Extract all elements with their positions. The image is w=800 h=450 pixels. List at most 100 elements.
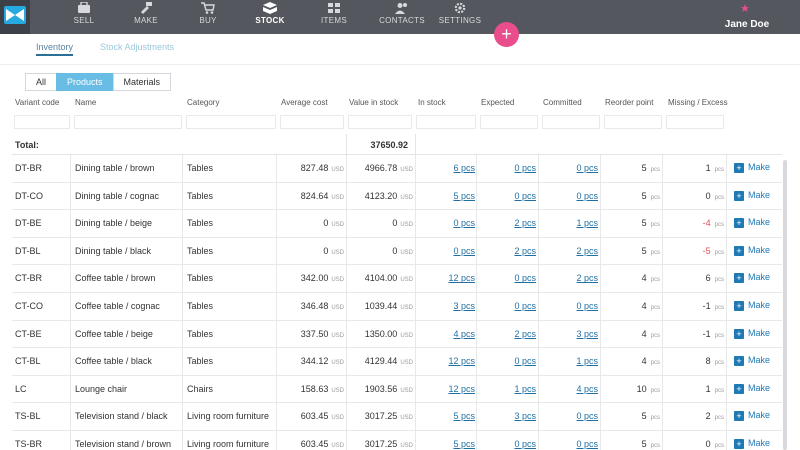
- table-row[interactable]: DT-BR Dining table / brown Tables 827.48 USD…: [12, 155, 782, 183]
- filter-materials[interactable]: Materials: [112, 73, 172, 91]
- table-row[interactable]: CT-BR Coffee table / brown Tables 342.00 USD…: [12, 265, 782, 293]
- reorder-point: 4 pcs: [600, 329, 660, 339]
- expected-link[interactable]: 2 pcs: [476, 246, 536, 256]
- expected-link[interactable]: 0 pcs: [476, 163, 536, 173]
- column-header[interactable]: Committed: [543, 98, 582, 107]
- expected-link[interactable]: 3 pcs: [476, 411, 536, 421]
- committed-link[interactable]: 0 pcs: [538, 163, 598, 173]
- column-header[interactable]: Reorder point: [605, 98, 653, 107]
- committed-link[interactable]: 2 pcs: [538, 273, 598, 283]
- filter-all[interactable]: All: [25, 73, 58, 91]
- column-filter-input[interactable]: [348, 115, 412, 129]
- make-button[interactable]: + Make: [734, 438, 770, 449]
- column-header[interactable]: Missing / Excess: [668, 98, 728, 107]
- nav-contacts[interactable]: CONTACTS: [376, 0, 428, 34]
- committed-link[interactable]: 2 pcs: [538, 246, 598, 256]
- table-row[interactable]: CT-CO Coffee table / cognac Tables 346.48 US…: [12, 292, 782, 321]
- committed-link[interactable]: 0 pcs: [538, 411, 598, 421]
- make-button[interactable]: + Make: [734, 272, 770, 284]
- committed-link[interactable]: 0 pcs: [538, 191, 598, 201]
- expected-link[interactable]: 0 pcs: [476, 273, 536, 283]
- nav-buy[interactable]: BUY: [188, 0, 228, 34]
- column-header[interactable]: Value in stock: [349, 98, 398, 107]
- tab-stock-adjustments[interactable]: Stock Adjustments: [100, 42, 174, 56]
- in-stock-link[interactable]: 0 pcs: [415, 246, 475, 256]
- in-stock-link[interactable]: 5 pcs: [415, 411, 475, 421]
- make-button[interactable]: + Make: [734, 410, 770, 422]
- missing-excess: -1 pcs: [662, 301, 724, 311]
- expected-link[interactable]: 0 pcs: [476, 356, 536, 366]
- make-button[interactable]: + Make: [734, 245, 770, 256]
- table-row[interactable]: DT-BE Dining table / beige Tables 0 USD 0 USD 0…: [12, 210, 782, 238]
- column-divider: [182, 375, 183, 404]
- column-filter-input[interactable]: [542, 115, 600, 129]
- column-divider: [182, 182, 183, 211]
- app-logo[interactable]: [0, 0, 30, 34]
- expected-link[interactable]: 1 pcs: [476, 384, 536, 394]
- average-cost: 603.45 USD: [276, 439, 344, 449]
- in-stock-link[interactable]: 0 pcs: [415, 218, 475, 228]
- add-button[interactable]: +: [494, 22, 519, 47]
- committed-link[interactable]: 0 pcs: [538, 439, 598, 449]
- nav-stock[interactable]: STOCK: [250, 0, 290, 34]
- table-row[interactable]: TS-BR Television stand / brown Living room…: [12, 430, 782, 450]
- expected-link[interactable]: 0 pcs: [476, 301, 536, 311]
- make-button[interactable]: + Make: [734, 328, 770, 339]
- make-button[interactable]: + Make: [734, 162, 770, 173]
- in-stock-link[interactable]: 5 pcs: [415, 191, 475, 201]
- in-stock-link[interactable]: 4 pcs: [415, 329, 475, 339]
- in-stock-link[interactable]: 12 pcs: [415, 384, 475, 394]
- nav-settings[interactable]: SETTINGS: [438, 0, 482, 34]
- in-stock-link[interactable]: 5 pcs: [415, 439, 475, 449]
- committed-link[interactable]: 1 pcs: [538, 218, 598, 228]
- value-in-stock: 4104.00 USD: [346, 273, 413, 283]
- column-header[interactable]: Name: [75, 98, 96, 107]
- item-name: Dining table / brown: [75, 163, 155, 173]
- nav-sell[interactable]: SELL: [64, 0, 104, 34]
- column-filter-input[interactable]: [604, 115, 662, 129]
- expected-link[interactable]: 2 pcs: [476, 329, 536, 339]
- expected-link[interactable]: 0 pcs: [476, 191, 536, 201]
- value-in-stock: 3017.25 USD: [346, 411, 413, 421]
- in-stock-link[interactable]: 12 pcs: [415, 356, 475, 366]
- value-in-stock: 1039.44 USD: [346, 301, 413, 311]
- user-name[interactable]: Jane Doe: [712, 19, 782, 30]
- expected-link[interactable]: 2 pcs: [476, 218, 536, 228]
- column-header[interactable]: Average cost: [281, 98, 328, 107]
- table-row[interactable]: CT-BE Coffee table / beige Tables 337.50 USD…: [12, 320, 782, 349]
- column-filter-input[interactable]: [666, 115, 724, 129]
- table-row[interactable]: LC Lounge chair Chairs 158.63 USD 1903.56 USD 1…: [12, 375, 782, 404]
- column-filter-input[interactable]: [416, 115, 476, 129]
- in-stock-link[interactable]: 3 pcs: [415, 301, 475, 311]
- column-header[interactable]: Variant code: [15, 98, 59, 107]
- column-header[interactable]: In stock: [418, 98, 446, 107]
- column-header[interactable]: Category: [187, 98, 219, 107]
- column-filter-input[interactable]: [74, 115, 182, 129]
- table-row[interactable]: TS-BL Television stand / black Living room…: [12, 403, 782, 431]
- table-row[interactable]: CT-BL Coffee table / black Tables 344.12 USD…: [12, 348, 782, 376]
- expected-link[interactable]: 0 pcs: [476, 439, 536, 449]
- make-button[interactable]: + Make: [734, 300, 770, 311]
- nav-make[interactable]: MAKE: [126, 0, 166, 34]
- committed-link[interactable]: 4 pcs: [538, 384, 598, 394]
- scrollbar[interactable]: [783, 160, 787, 450]
- committed-link[interactable]: 0 pcs: [538, 301, 598, 311]
- make-button[interactable]: + Make: [734, 190, 770, 201]
- column-filter-input[interactable]: [280, 115, 344, 129]
- in-stock-link[interactable]: 12 pcs: [415, 273, 475, 283]
- tab-inventory[interactable]: Inventory: [36, 42, 74, 56]
- column-filter-input[interactable]: [14, 115, 70, 129]
- column-filter-input[interactable]: [480, 115, 538, 129]
- make-button[interactable]: + Make: [734, 217, 770, 229]
- committed-link[interactable]: 3 pcs: [538, 329, 598, 339]
- filter-products[interactable]: Products: [56, 73, 114, 91]
- in-stock-link[interactable]: 6 pcs: [415, 163, 475, 173]
- make-button[interactable]: + Make: [734, 355, 770, 367]
- make-button[interactable]: + Make: [734, 383, 770, 394]
- table-row[interactable]: DT-BL Dining table / black Tables 0 USD 0 USD 0…: [12, 237, 782, 266]
- committed-link[interactable]: 1 pcs: [538, 356, 598, 366]
- table-row[interactable]: DT-CO Dining table / cognac Tables 824.64 US…: [12, 182, 782, 211]
- nav-items[interactable]: ITEMS: [314, 0, 354, 34]
- column-filter-input[interactable]: [186, 115, 276, 129]
- column-header[interactable]: Expected: [481, 98, 514, 107]
